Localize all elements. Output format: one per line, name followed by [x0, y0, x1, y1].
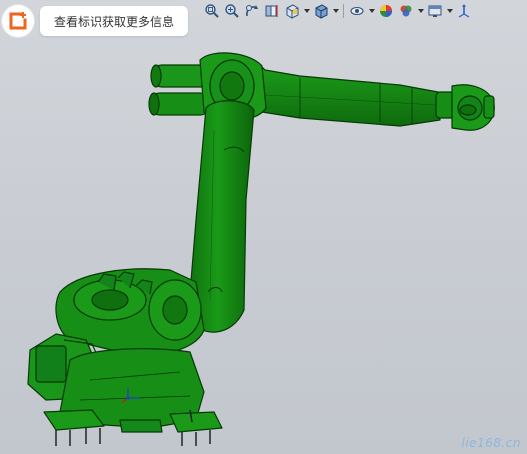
zoom-to-fit-icon[interactable]	[203, 2, 221, 20]
watermark: lie168.cn	[461, 436, 521, 450]
view-orientation-icon[interactable]	[283, 2, 301, 20]
previous-view-icon[interactable]	[243, 2, 261, 20]
robot-body	[27, 52, 495, 446]
robot-base	[43, 348, 223, 446]
display-style-dropdown[interactable]	[332, 2, 339, 20]
apply-scene-dropdown[interactable]	[417, 2, 424, 20]
hide-show-items-dropdown[interactable]	[368, 2, 375, 20]
identify-badge-icon[interactable]	[2, 5, 34, 37]
wrist	[435, 84, 495, 131]
view-settings-dropdown[interactable]	[446, 2, 453, 20]
zoom-to-area-icon[interactable]	[223, 2, 241, 20]
view-orientation-dropdown[interactable]	[303, 2, 310, 20]
triad-icon[interactable]	[455, 2, 473, 20]
toolbar-divider	[343, 4, 344, 18]
robot-arm-model[interactable]	[0, 0, 527, 454]
graphics-viewport[interactable]: 查看标识获取更多信息 lie168.cn	[0, 0, 527, 454]
edit-appearance-icon[interactable]	[377, 2, 395, 20]
identify-hint-text[interactable]: 查看标识获取更多信息	[40, 6, 189, 36]
apply-scene-icon[interactable]	[397, 2, 415, 20]
section-view-icon[interactable]	[263, 2, 281, 20]
heads-up-view-toolbar	[203, 1, 473, 21]
display-style-icon[interactable]	[312, 2, 330, 20]
view-settings-icon[interactable]	[426, 2, 444, 20]
identify-hint-popup[interactable]: 查看标识获取更多信息	[2, 4, 196, 38]
hide-show-items-icon[interactable]	[348, 2, 366, 20]
